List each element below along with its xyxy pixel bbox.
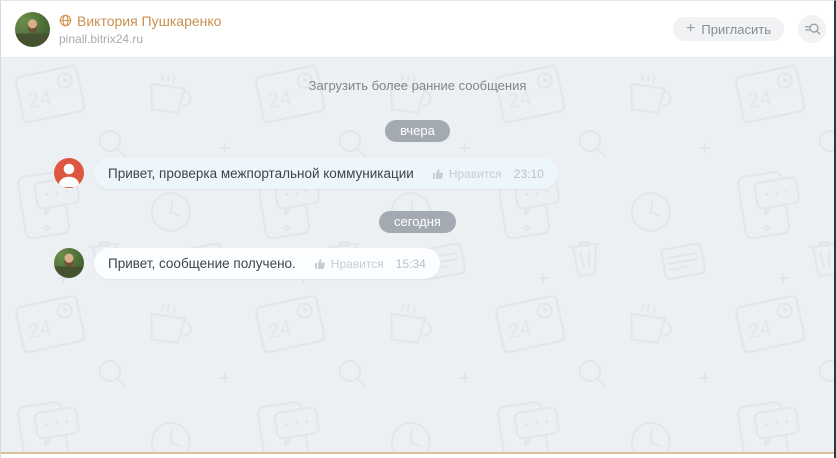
chat-title[interactable]: Виктория Пушкаренко <box>77 13 221 29</box>
invite-button[interactable]: + Пригласить <box>673 17 784 41</box>
search-button[interactable] <box>798 15 826 43</box>
load-earlier-link[interactable]: Загрузить более ранние сообщения <box>309 78 527 93</box>
chat-header: Виктория Пушкаренко pinall.bitrix24.ru +… <box>1 1 834 58</box>
like-button[interactable]: Нравится <box>432 167 502 181</box>
message-bubble: Привет, сообщение получено. Нравится 15:… <box>94 248 440 279</box>
like-button[interactable]: Нравится <box>314 257 384 271</box>
plus-icon: + <box>686 19 696 37</box>
thumb-up-icon <box>432 168 444 180</box>
input-area-edge <box>1 454 834 458</box>
user-avatar[interactable] <box>15 11 50 47</box>
header-user-info: Виктория Пушкаренко pinall.bitrix24.ru <box>59 13 221 46</box>
message-text: Привет, сообщение получено. <box>108 256 296 271</box>
thumb-up-icon <box>314 258 326 270</box>
extranet-globe-icon <box>59 14 72 27</box>
invite-button-label: Пригласить <box>701 21 771 37</box>
message-list: Загрузить более ранние сообщения вчера П… <box>1 58 834 279</box>
message-bubble: Привет, проверка межпортальной коммуника… <box>94 158 558 189</box>
date-separator-yesterday: вчера <box>385 120 450 142</box>
message-time: 15:34 <box>395 256 426 271</box>
sender-avatar[interactable] <box>54 248 84 278</box>
message-text: Привет, проверка межпортальной коммуника… <box>108 166 414 181</box>
search-icon <box>803 20 821 38</box>
chat-area: 24 <box>1 58 834 452</box>
like-label: Нравится <box>330 256 384 271</box>
message-row: Привет, сообщение получено. Нравится 15:… <box>54 248 440 279</box>
person-icon <box>54 158 84 188</box>
like-label: Нравится <box>448 166 502 181</box>
header-actions: + Пригласить <box>673 15 826 43</box>
messenger-window: Виктория Пушкаренко pinall.bitrix24.ru +… <box>0 0 836 458</box>
portal-domain: pinall.bitrix24.ru <box>59 31 144 46</box>
sender-avatar[interactable] <box>54 158 84 188</box>
message-time: 23:10 <box>513 166 544 181</box>
date-separator-today: сегодня <box>379 211 456 233</box>
message-row: Привет, проверка межпортальной коммуника… <box>54 158 558 189</box>
